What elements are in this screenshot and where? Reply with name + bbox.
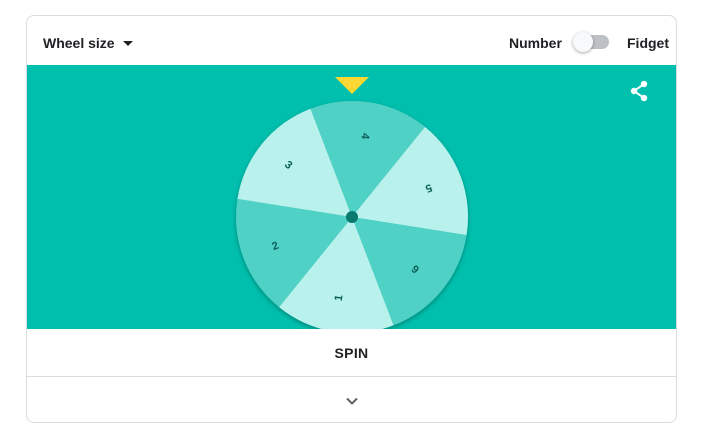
- spinner-toolbar: Wheel size Number Fidget: [27, 16, 676, 65]
- mode-number-label[interactable]: Number: [509, 35, 562, 51]
- spin-label: SPIN: [334, 344, 369, 361]
- chevron-down-icon: [345, 397, 358, 405]
- wheel-size-dropdown[interactable]: Wheel size: [43, 33, 133, 53]
- wheel-size-label: Wheel size: [43, 35, 115, 51]
- share-icon[interactable]: [627, 79, 651, 103]
- spin-button[interactable]: SPIN: [27, 329, 676, 377]
- wheel-canvas: 456123: [236, 77, 468, 329]
- caret-down-icon: [122, 40, 133, 46]
- expand-button[interactable]: [27, 377, 676, 422]
- mode-fidget-label[interactable]: Fidget: [627, 35, 669, 51]
- wheel-pointer: [335, 77, 369, 94]
- toggle-thumb: [573, 32, 593, 52]
- wheel-hub: [346, 211, 358, 223]
- mode-toggle[interactable]: [573, 32, 609, 52]
- spinner-card: Wheel size Number Fidget 456123 SPIN: [26, 15, 677, 423]
- spinner-stage: 456123: [27, 65, 676, 329]
